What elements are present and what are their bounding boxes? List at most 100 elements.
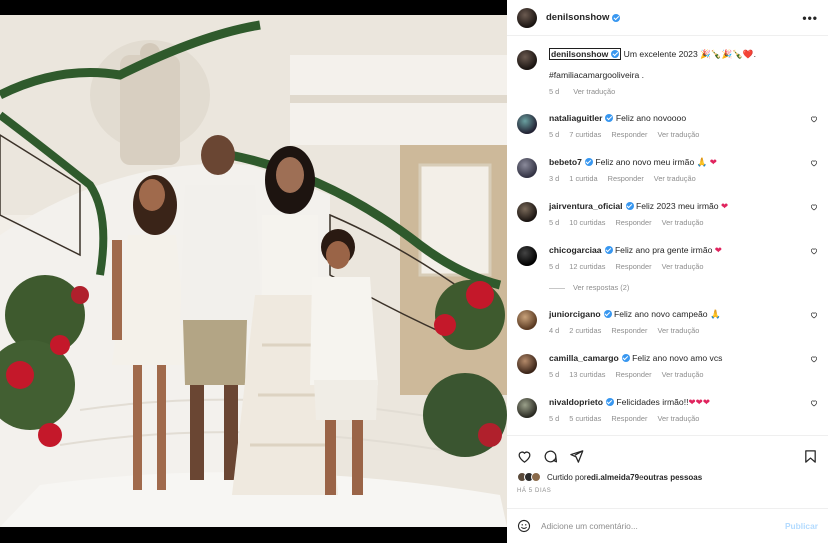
comment-likes[interactable]: 12 curtidas: [569, 262, 605, 271]
liker-avatars[interactable]: [517, 472, 541, 482]
caption-body: Um excelente 2023 🎉🍾🎉🍾❤️.: [621, 49, 757, 59]
comment-time: 5 d: [549, 218, 560, 227]
caption-hashtag[interactable]: #familiacamargooliveira .: [549, 69, 802, 81]
comment-username[interactable]: camilla_camargo: [549, 353, 619, 363]
comment-time: 5 d: [549, 130, 560, 139]
comment-heart-emoji: ❤❤❤: [688, 397, 711, 407]
verified-badge-icon: [625, 202, 634, 210]
comment-likes[interactable]: 13 curtidas: [569, 370, 605, 379]
comment-time: 5 d: [549, 262, 560, 271]
comment-like-heart-icon[interactable]: [810, 203, 818, 211]
reply-link[interactable]: Responder: [608, 174, 644, 183]
translate-link[interactable]: Ver tradução: [662, 370, 704, 379]
commenter-avatar[interactable]: [517, 158, 537, 178]
commenter-avatar[interactable]: [517, 202, 537, 222]
comment-heart-emoji: ❤: [720, 201, 729, 211]
caption-username[interactable]: denilsonshow: [551, 49, 608, 59]
comment-time: 3 d: [549, 174, 560, 183]
author-avatar[interactable]: [517, 7, 537, 28]
comment-time: 4 d: [549, 326, 560, 335]
verified-badge-icon: [611, 50, 620, 58]
publish-button[interactable]: Publicar: [785, 521, 818, 531]
comment-time: 5 d: [549, 414, 560, 423]
post-photo-panel: [0, 0, 507, 543]
caption-translate-link[interactable]: Ver tradução: [573, 87, 615, 96]
comment-username[interactable]: chicogarciaa: [549, 245, 602, 255]
comment-text: Feliz ano novo amo vcs: [632, 353, 723, 363]
comment-like-heart-icon[interactable]: [810, 311, 818, 319]
comment-username[interactable]: nataliaguitler: [549, 113, 602, 123]
verified-badge-icon: [605, 114, 614, 122]
verified-badge-icon: [621, 354, 630, 362]
reply-link[interactable]: Responder: [615, 218, 651, 227]
comment-likes[interactable]: 10 curtidas: [569, 218, 605, 227]
add-comment-bar: Adicione um comentário... Publicar: [507, 508, 828, 543]
reply-link[interactable]: Responder: [615, 370, 651, 379]
bookmark-icon[interactable]: [803, 449, 818, 464]
liked-by-prefix: Curtido por: [547, 472, 587, 482]
comment-item: camilla_camargo Feliz ano novo amo vcs 5…: [507, 352, 828, 379]
comment-username[interactable]: jairventura_oficial: [549, 201, 623, 211]
commenter-avatar[interactable]: [517, 354, 537, 374]
comment-like-heart-icon[interactable]: [810, 247, 818, 255]
emoji-smiley-icon[interactable]: [517, 519, 531, 533]
heart-icon[interactable]: [517, 449, 532, 464]
verified-badge-icon: [605, 398, 614, 406]
comments-list[interactable]: denilsonshow Um excelente 2023 🎉🍾🎉🍾❤️. #…: [507, 37, 828, 435]
commenter-avatar[interactable]: [517, 398, 537, 418]
comment-text: Feliz ano pra gente irmão: [614, 245, 713, 255]
comment-like-heart-icon[interactable]: [810, 355, 818, 363]
reply-link[interactable]: Responder: [615, 262, 651, 271]
translate-link[interactable]: Ver tradução: [657, 326, 699, 335]
translate-link[interactable]: Ver tradução: [654, 174, 696, 183]
comment-username[interactable]: bebeto7: [549, 157, 582, 167]
liked-by-others[interactable]: outras pessoas: [644, 473, 703, 482]
comment-like-heart-icon[interactable]: [810, 159, 818, 167]
comment-bubble-icon[interactable]: [543, 449, 558, 464]
liked-by-user[interactable]: edi.almeida79: [587, 473, 639, 482]
view-replies[interactable]: Ver respostas (2): [507, 283, 828, 292]
view-replies-label[interactable]: Ver respostas (2): [573, 283, 629, 292]
comment-likes[interactable]: 2 curtidas: [569, 326, 601, 335]
translate-link[interactable]: Ver tradução: [657, 414, 699, 423]
comment-likes[interactable]: 1 curtida: [569, 174, 597, 183]
translate-link[interactable]: Ver tradução: [657, 130, 699, 139]
commenter-avatar[interactable]: [517, 114, 537, 134]
comment-text: Feliz ano novoooo: [615, 113, 687, 123]
comment-username[interactable]: juniorcigano: [549, 309, 601, 319]
verified-badge-icon: [584, 158, 593, 166]
post-time-ago[interactable]: HÁ 5 DIAS: [507, 482, 828, 494]
comment-like-heart-icon[interactable]: [810, 399, 818, 407]
comment-username[interactable]: nivaldoprieto: [549, 397, 603, 407]
translate-link[interactable]: Ver tradução: [662, 262, 704, 271]
comment-item: jairventura_oficial Feliz 2023 meu irmão…: [507, 200, 828, 227]
replies-dash: [549, 287, 565, 289]
comment-item: chicogarciaa Feliz ano pra gente irmão ❤…: [507, 244, 828, 271]
family-photo[interactable]: [0, 15, 507, 527]
verified-badge-icon: [612, 13, 621, 22]
more-options-icon[interactable]: •••: [802, 11, 818, 25]
caption-avatar[interactable]: [517, 50, 537, 70]
commenter-avatar[interactable]: [517, 310, 537, 330]
caption-username-box[interactable]: denilsonshow: [549, 48, 622, 60]
paper-plane-icon[interactable]: [569, 449, 584, 464]
comment-text: Feliz 2023 meu irmão: [635, 201, 719, 211]
comment-item: nataliaguitler Feliz ano novoooo 5 d 7 cu…: [507, 112, 828, 139]
post-header: denilsonshow •••: [507, 0, 828, 36]
post-actions: Curtido por edi.almeida79 e outras pesso…: [507, 435, 828, 505]
comment-likes[interactable]: 5 curtidas: [569, 414, 601, 423]
author-username[interactable]: denilsonshow: [546, 12, 609, 23]
reply-link[interactable]: Responder: [611, 414, 647, 423]
comment-input[interactable]: Adicione um comentário...: [541, 521, 638, 531]
comment-item: juniorcigano Feliz ano novo campeão 🙏 4 …: [507, 308, 828, 335]
reply-link[interactable]: Responder: [611, 130, 647, 139]
comment-like-heart-icon[interactable]: [810, 115, 818, 123]
translate-link[interactable]: Ver tradução: [662, 218, 704, 227]
commenter-avatar[interactable]: [517, 246, 537, 266]
comment-likes[interactable]: 7 curtidas: [569, 130, 601, 139]
post-caption: denilsonshow Um excelente 2023 🎉🍾🎉🍾❤️. #…: [507, 48, 828, 96]
caption-time: 5 d: [549, 87, 560, 96]
liked-by: Curtido por edi.almeida79 e outras pesso…: [507, 466, 828, 482]
reply-link[interactable]: Responder: [611, 326, 647, 335]
liker-avatar: [531, 472, 541, 482]
